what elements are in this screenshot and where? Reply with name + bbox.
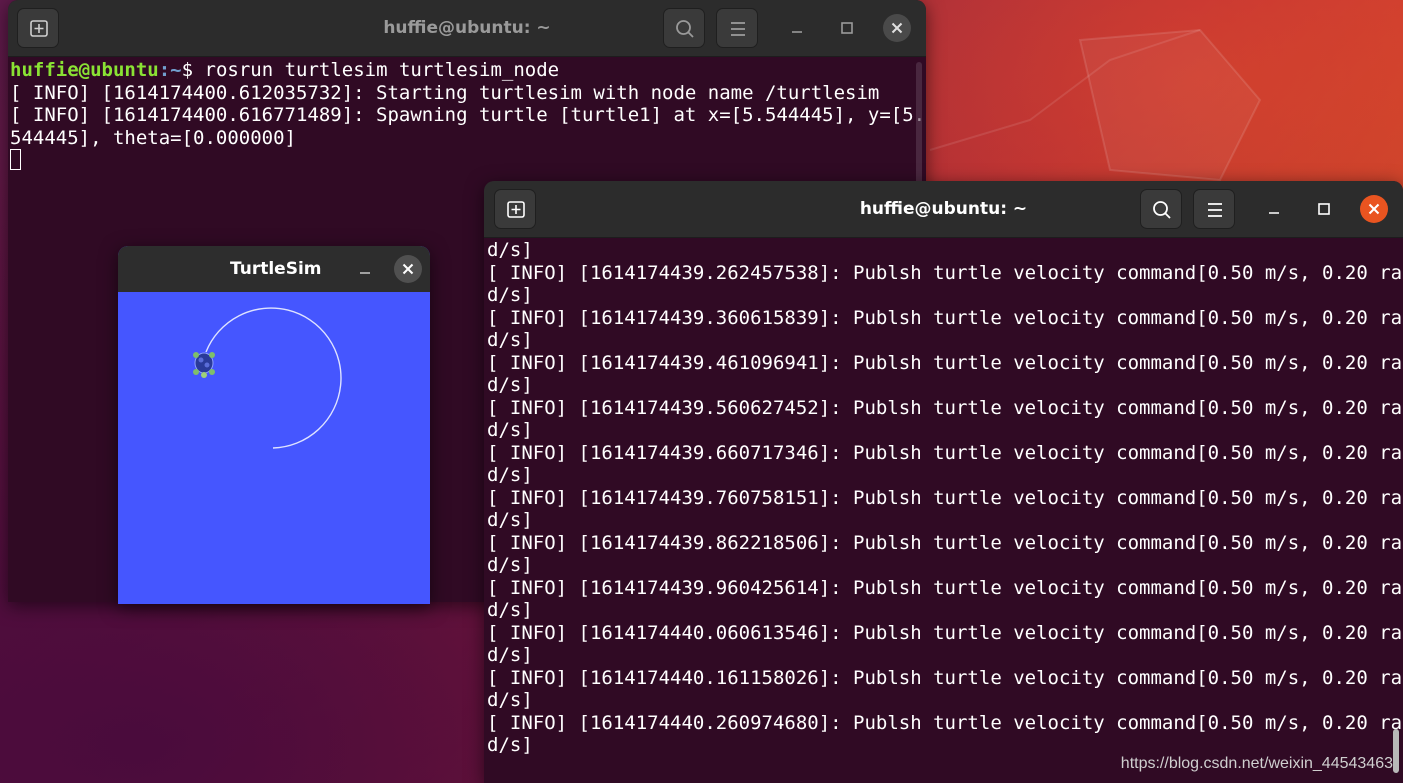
log-line-wrap: d/s] bbox=[487, 599, 533, 621]
turtlesim-window: TurtleSim bbox=[118, 246, 430, 604]
log-line-wrap: d/s] bbox=[487, 374, 533, 396]
search-icon bbox=[676, 20, 694, 38]
terminal-2-output[interactable]: d/s][ INFO] [1614174439.262457538]: Publ… bbox=[484, 239, 1403, 783]
turtlesim-canvas bbox=[118, 292, 430, 604]
close-button[interactable] bbox=[1360, 195, 1388, 223]
hamburger-menu-icon bbox=[1208, 203, 1222, 217]
hamburger-menu-icon bbox=[731, 22, 745, 36]
log-line: [ INFO] [1614174439.262457538]: Publsh t… bbox=[487, 261, 1403, 284]
minimize-icon bbox=[1269, 212, 1279, 214]
watermark-text: https://blog.csdn.net/weixin_44543463 bbox=[1120, 755, 1393, 772]
log-line: [ INFO] [1614174439.360615839]: Publsh t… bbox=[487, 306, 1403, 329]
log-line-wrap: d/s] bbox=[487, 644, 533, 666]
search-button[interactable] bbox=[663, 8, 705, 48]
output-line: d/s] bbox=[487, 239, 533, 261]
turtlesim-titlebar[interactable]: TurtleSim bbox=[118, 246, 430, 293]
log-line-wrap: d/s] bbox=[487, 554, 533, 576]
log-line-wrap: d/s] bbox=[487, 734, 533, 756]
search-button[interactable] bbox=[1140, 189, 1182, 229]
close-icon bbox=[1368, 203, 1380, 215]
log-line: [ INFO] [1614174440.260974680]: Publsh t… bbox=[487, 711, 1403, 734]
log-line: [ INFO] [1614174440.060613546]: Publsh t… bbox=[487, 621, 1403, 644]
turtlesim-minimize-button[interactable] bbox=[351, 255, 379, 283]
maximize-icon bbox=[1318, 203, 1330, 215]
log-line-wrap: d/s] bbox=[487, 329, 533, 351]
output-line: 544445], theta=[0.000000] bbox=[10, 126, 296, 149]
command-text: rosrun turtlesim turtlesim_node bbox=[204, 59, 560, 81]
terminal-2-scrollbar[interactable] bbox=[1393, 729, 1399, 773]
log-line-wrap: d/s] bbox=[487, 419, 533, 441]
log-line: [ INFO] [1614174439.960425614]: Publsh t… bbox=[487, 576, 1403, 599]
log-line-wrap: d/s] bbox=[487, 689, 533, 711]
minimize-icon bbox=[792, 31, 802, 33]
maximize-button[interactable] bbox=[1310, 195, 1338, 223]
turtle-icon bbox=[193, 352, 215, 378]
command-line: huffie@ubuntu:~$ rosrun turtlesim turtle… bbox=[10, 59, 926, 82]
search-icon bbox=[1153, 201, 1171, 219]
log-line-wrap: d/s] bbox=[487, 509, 533, 531]
prompt-user: huffie@ubuntu bbox=[10, 59, 159, 81]
log-line: [ INFO] [1614174439.862218506]: Publsh t… bbox=[487, 531, 1403, 554]
maximize-button[interactable] bbox=[833, 14, 861, 42]
turtlesim-close-button[interactable] bbox=[394, 255, 422, 283]
prompt-path: :~ bbox=[158, 59, 182, 81]
terminal-window-2: huffie@ubuntu: ~ d/s][ INFO] [1614174439… bbox=[484, 181, 1403, 783]
minimize-button[interactable] bbox=[783, 14, 811, 42]
log-line: [ INFO] [1614174439.461096941]: Publsh t… bbox=[487, 351, 1403, 374]
log-line: [ INFO] [1614174440.161158026]: Publsh t… bbox=[487, 666, 1403, 689]
log-line-wrap: d/s] bbox=[487, 464, 533, 486]
log-line: [ INFO] [1614174439.660717346]: Publsh t… bbox=[487, 441, 1403, 464]
close-button[interactable] bbox=[883, 14, 911, 42]
menu-button[interactable] bbox=[716, 8, 758, 48]
terminal-2-titlebar[interactable]: huffie@ubuntu: ~ bbox=[484, 181, 1403, 238]
log-line: [ INFO] [1614174439.760758151]: Publsh t… bbox=[487, 486, 1403, 509]
menu-button[interactable] bbox=[1193, 189, 1235, 229]
prompt-symbol: $ bbox=[181, 59, 205, 81]
terminal-1-titlebar[interactable]: huffie@ubuntu: ~ bbox=[8, 0, 926, 57]
log-line-wrap: d/s] bbox=[487, 284, 533, 306]
maximize-icon bbox=[841, 22, 853, 34]
log-line: [ INFO] [1614174439.560627452]: Publsh t… bbox=[487, 396, 1403, 419]
close-icon bbox=[891, 22, 903, 34]
minimize-icon bbox=[360, 272, 370, 274]
output-line: [ INFO] [1614174400.612035732]: Starting… bbox=[10, 81, 880, 104]
terminal-cursor bbox=[10, 149, 926, 172]
close-icon bbox=[402, 263, 414, 275]
minimize-button[interactable] bbox=[1260, 195, 1288, 223]
output-line: [ INFO] [1614174400.616771489]: Spawning… bbox=[10, 104, 926, 126]
